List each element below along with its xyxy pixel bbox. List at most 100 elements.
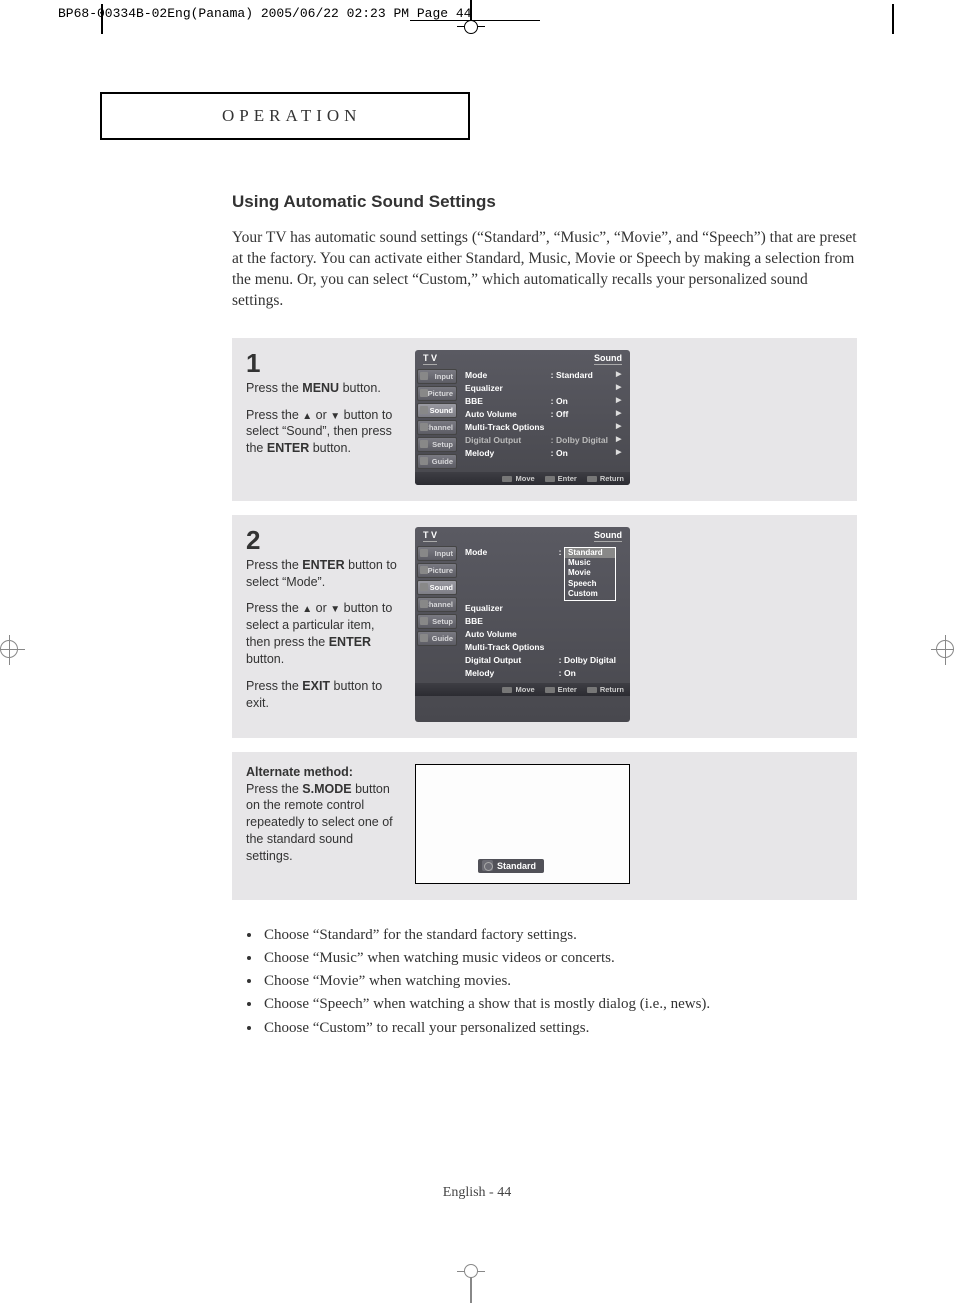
menu-icon xyxy=(420,549,428,557)
osd-sidebar-item: Picture xyxy=(417,563,457,578)
osd-dropdown-item: Music xyxy=(565,558,615,568)
crop-header: BP68-00334B-02Eng(Panama) 2005/06/22 02:… xyxy=(58,6,471,21)
osd-sidebar-item: Setup xyxy=(417,614,457,629)
text: Press the xyxy=(246,558,302,572)
osd-footer-enter: Enter xyxy=(545,474,577,483)
alternate-method: Alternate method: Press the S.MODE butto… xyxy=(232,752,857,900)
bullet-item: Choose “Movie” when watching movies. xyxy=(262,970,857,993)
text: Press the xyxy=(246,601,302,615)
right-arrow-icon: ▶ xyxy=(616,422,624,433)
bullet-item: Choose “Custom” to recall your personali… xyxy=(262,1017,857,1040)
osd-footer-return: Return xyxy=(587,685,624,694)
right-arrow-icon: ▶ xyxy=(616,448,624,459)
osd-title: Sound xyxy=(594,353,622,365)
osd-sidebar-item: Picture xyxy=(417,386,457,401)
step-number: 1 xyxy=(246,350,401,376)
menu-icon xyxy=(420,600,428,608)
osd-sidebar-item: Input xyxy=(417,369,457,384)
osd-row: BBE:On▶ xyxy=(463,395,626,408)
text-bold: ENTER xyxy=(329,635,371,649)
alt-graphic: Standard xyxy=(415,764,630,884)
section-title: OPERATION xyxy=(100,92,470,140)
menu-icon xyxy=(420,617,428,625)
text: button. xyxy=(246,652,284,666)
down-arrow-icon: ▼ xyxy=(330,604,340,615)
osd-row: Equalizer xyxy=(463,602,626,615)
text-bold: S.MODE xyxy=(302,782,351,796)
menu-icon xyxy=(420,457,428,465)
osd-row: Digital Output:Dolby Digital▶ xyxy=(463,434,626,447)
sound-icon xyxy=(482,860,493,871)
page-footer: English - 44 xyxy=(0,1185,954,1201)
osd-sidebar-item: Channel xyxy=(417,420,457,435)
osd-sidebar-item: Setup xyxy=(417,437,457,452)
registration-icon xyxy=(464,20,478,34)
osd-dropdown-item: Standard xyxy=(565,548,615,558)
intro-text: Your TV has automatic sound settings (“S… xyxy=(232,228,857,312)
osd-tv-label: T V xyxy=(423,530,437,542)
osd-dropdown-item: Speech xyxy=(565,579,615,589)
osd-dropdown-item: Custom xyxy=(565,589,615,599)
osd-row: Mode:Standard▶ xyxy=(463,369,626,382)
text: button. xyxy=(309,441,351,455)
down-arrow-icon: ▼ xyxy=(330,411,340,422)
text-bold: MENU xyxy=(302,381,339,395)
text-bold: ENTER xyxy=(302,558,344,572)
osd-footer-move: Move xyxy=(502,685,534,694)
text: Press the xyxy=(246,782,302,796)
osd-footer-enter: Enter xyxy=(545,685,577,694)
osd-sidebar-item: Input xyxy=(417,546,457,561)
right-arrow-icon: ▶ xyxy=(616,383,624,394)
osd-sidebar-item: Sound xyxy=(417,403,457,418)
osd-screenshot-1: T V Sound InputPictureSoundChannelSetupG… xyxy=(415,350,630,485)
osd-row: Equalizer▶ xyxy=(463,382,626,395)
osd-sidebar-item: Guide xyxy=(417,454,457,469)
osd-row: BBE xyxy=(463,615,626,628)
up-arrow-icon: ▲ xyxy=(302,411,312,422)
menu-icon xyxy=(420,440,428,448)
osd-row: Multi-Track Options▶ xyxy=(463,421,626,434)
menu-icon xyxy=(420,389,428,397)
crop-mark xyxy=(892,4,894,34)
right-arrow-icon: ▶ xyxy=(616,396,624,407)
crop-mark xyxy=(101,4,103,34)
right-arrow-icon: ▶ xyxy=(616,409,624,420)
osd-sidebar-item: Channel xyxy=(417,597,457,612)
menu-icon xyxy=(420,423,428,431)
alt-heading: Alternate method: xyxy=(246,765,353,779)
text: or xyxy=(312,408,330,422)
menu-icon xyxy=(420,583,428,591)
alt-mode-box: Standard xyxy=(478,859,544,873)
osd-row: Mode:StandardMusicMovieSpeechCustom xyxy=(463,546,626,602)
menu-icon xyxy=(420,372,428,380)
osd-row: Digital Output:Dolby Digital xyxy=(463,654,626,667)
step-2: 2 Press the ENTER button to select “Mode… xyxy=(232,515,857,738)
bullet-item: Choose “Music” when watching music video… xyxy=(262,947,857,970)
registration-icon xyxy=(936,640,954,658)
menu-icon xyxy=(420,634,428,642)
osd-sidebar-item: Guide xyxy=(417,631,457,646)
osd-row: Melody:On xyxy=(463,667,626,680)
osd-row: Melody:On▶ xyxy=(463,447,626,460)
text: Press the xyxy=(246,679,302,693)
page-heading: Using Automatic Sound Settings xyxy=(232,192,857,212)
osd-dropdown-item: Movie xyxy=(565,568,615,578)
osd-screenshot-2: T V Sound Input Picture Sound Channel Setup G… xyxy=(415,527,630,722)
text-bold: EXIT xyxy=(302,679,330,693)
step-number: 2 xyxy=(246,527,401,553)
up-arrow-icon: ▲ xyxy=(302,604,312,615)
registration-icon xyxy=(464,1264,478,1278)
step-1: 1 Press the MENU button. Press the ▲ or … xyxy=(232,338,857,501)
text: Press the xyxy=(246,381,302,395)
text: button. xyxy=(339,381,381,395)
bullet-item: Choose “Standard” for the standard facto… xyxy=(262,924,857,947)
menu-icon xyxy=(420,566,428,574)
alt-mode-label: Standard xyxy=(497,861,536,871)
bullet-item: Choose “Speech” when watching a show tha… xyxy=(262,993,857,1016)
osd-dropdown: StandardMusicMovieSpeechCustom xyxy=(564,547,616,601)
osd-row: Auto Volume:Off▶ xyxy=(463,408,626,421)
osd-title: Sound xyxy=(594,530,622,542)
osd-sidebar-item: Sound xyxy=(417,580,457,595)
osd-row: Multi-Track Options xyxy=(463,641,626,654)
menu-icon xyxy=(420,406,428,414)
